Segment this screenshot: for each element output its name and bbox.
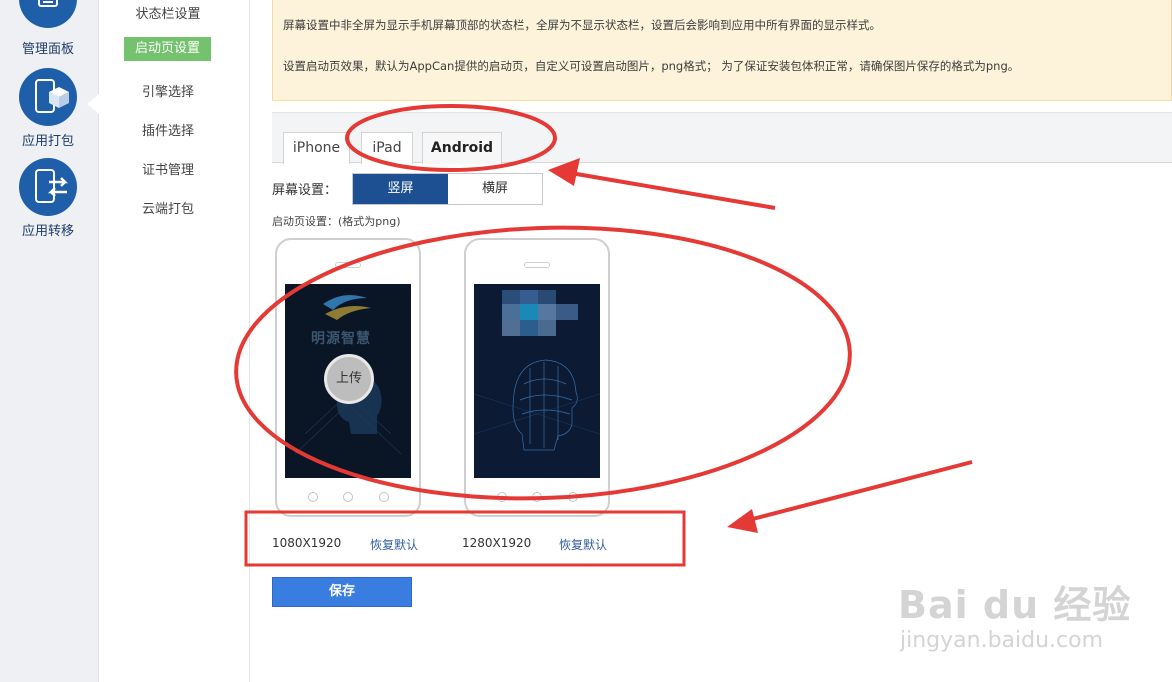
phone-nav-button [308, 492, 318, 502]
notice-line-1: 屏幕设置中非全屏为显示手机屏幕顶部的状态栏，全屏为不显示状态栏，设置后会影响到应… [283, 18, 881, 32]
sub-item-plugin[interactable]: 插件选择 [99, 120, 237, 139]
tab-android[interactable]: Android [422, 132, 502, 164]
dashboard-icon [19, 0, 77, 28]
orientation-toggle: 竖屏 横屏 [352, 173, 543, 205]
phone-preview-1: 明源智慧 上传 [275, 238, 421, 517]
tab-arrow-shaft [564, 170, 776, 210]
watermark-url: jingyan.baidu.com [900, 628, 1104, 653]
phone-nav-button [343, 492, 353, 502]
launch-size-label-2: 1280X1920 [462, 536, 532, 550]
left-rail: 管理面板 应用打包 应用转移 [0, 0, 99, 682]
notice-box: 屏幕设置中非全屏为显示手机屏幕顶部的状态栏，全屏为不显示状态栏，设置后会影响到应… [272, 0, 1172, 101]
upload-button[interactable]: 上传 [324, 354, 374, 404]
sub-item-launch[interactable]: 启动页设置 [124, 37, 211, 61]
phone-nav-button [568, 492, 578, 502]
screen-setting-label: 屏幕设置： [272, 183, 338, 198]
package-icon [19, 68, 77, 126]
phone-nav-button [532, 492, 542, 502]
active-rail-pointer [87, 94, 99, 114]
platform-tabbar: iPhone iPad Android [272, 112, 1172, 164]
tab-iphone[interactable]: iPhone [283, 132, 350, 164]
tab-ipad[interactable]: iPad [361, 132, 413, 164]
baidu-watermark: Bai du 经验 jingyan.baidu.com [898, 556, 1160, 668]
rail-label-transfer: 应用转移 [21, 224, 74, 239]
brand-logo-text: 明源智慧 [311, 331, 371, 347]
landscape-button[interactable]: 横屏 [448, 174, 542, 204]
phone-nav-button [497, 492, 507, 502]
sub-item-certificate[interactable]: 证书管理 [99, 159, 237, 178]
phone-speaker [524, 262, 550, 268]
size-arrow-shaft [744, 460, 973, 523]
rail-item-dashboard[interactable]: 管理面板 [0, 0, 99, 60]
rail-item-transfer[interactable]: 应用转移 [0, 157, 99, 239]
launch-image-2[interactable] [474, 284, 600, 478]
save-button[interactable]: 保存 [272, 577, 412, 607]
sub-item-engine[interactable]: 引擎选择 [99, 81, 237, 100]
restore-default-link-1[interactable]: 恢复默认 [370, 536, 418, 553]
portrait-button[interactable]: 竖屏 [353, 174, 448, 204]
rail-label-package: 应用打包 [21, 134, 74, 149]
sub-item-cloud-build[interactable]: 云端打包 [99, 198, 237, 217]
size-arrow-head [727, 509, 758, 533]
phone-speaker [335, 262, 361, 268]
phone-preview-2 [464, 238, 610, 517]
launch-format-label: 启动页设置：(格式为png) [272, 215, 401, 228]
launch-image-1[interactable]: 明源智慧 上传 [285, 284, 411, 478]
notice-line-2: 设置启动页效果，默认为AppCan提供的启动页，自定义可设置启动图片，png格式… [283, 59, 1020, 73]
rail-label-dashboard: 管理面板 [21, 42, 74, 57]
launch-size-label-1: 1080X1920 [272, 536, 342, 550]
phone-nav-button [379, 492, 389, 502]
sub-nav: 状态栏设置 启动页设置 引擎选择 插件选择 证书管理 云端打包 [99, 0, 250, 682]
restore-default-link-2[interactable]: 恢复默认 [559, 536, 607, 553]
sub-item-statusbar[interactable]: 状态栏设置 [99, 3, 237, 22]
transfer-icon [19, 158, 77, 216]
watermark-brand: Bai du 经验 [898, 583, 1132, 627]
rail-item-package[interactable]: 应用打包 [0, 68, 99, 150]
